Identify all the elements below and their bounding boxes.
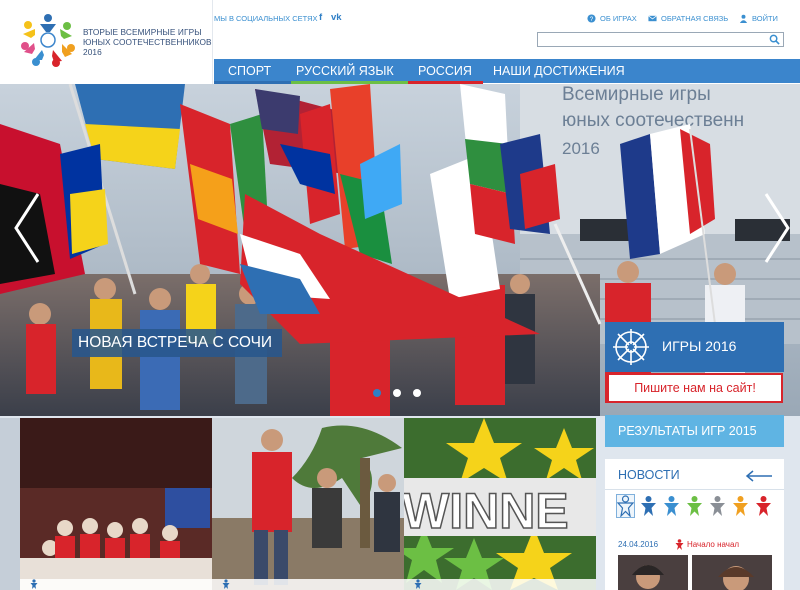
social-label: Мы в социальных сетях (214, 14, 318, 23)
news-category-1-icon[interactable] (616, 494, 635, 518)
main-nav: Спорт Русский язык Россия Наши достижени… (214, 59, 800, 84)
search-icon[interactable] (769, 34, 780, 45)
question-icon: ? (587, 14, 596, 23)
figure-icon (414, 579, 422, 589)
nav-item-russian[interactable]: Русский язык (296, 59, 394, 83)
nav-item-sport[interactable]: Спорт (228, 59, 271, 83)
slider-dot-1[interactable] (373, 389, 381, 397)
news-category-7-icon[interactable] (755, 495, 772, 517)
news-category-6-icon[interactable] (732, 495, 749, 517)
logo-line-2: юных соотечественников (83, 37, 212, 47)
about-games-label: Об играх (600, 14, 637, 23)
logo[interactable]: Вторые Всемирные игры юных соотечественн… (0, 0, 213, 84)
logo-icon (21, 14, 75, 67)
news-thumbnail[interactable] (618, 555, 772, 590)
tile-concert[interactable] (20, 418, 212, 590)
login-label: Войти (752, 14, 778, 23)
svg-text:?: ? (590, 16, 594, 23)
backdrop-line-3: 2016 (562, 139, 600, 158)
tile-concert-bar (20, 579, 212, 590)
page: Вторые Всемирные игры юных соотечественн… (0, 0, 800, 590)
write-us-button[interactable]: Пишите нам на сайт! (607, 373, 783, 403)
about-games-link[interactable]: ? Об играх (587, 14, 637, 23)
tile-concert-image (20, 418, 212, 590)
figure-icon (675, 539, 684, 550)
games-2016-label: Игры 2016 (662, 338, 737, 354)
vk-icon[interactable]: vk (331, 12, 342, 23)
news-category-4-icon[interactable] (686, 495, 703, 517)
news-category-3-icon[interactable] (663, 495, 680, 517)
figure-icon (30, 579, 38, 589)
tile-planting[interactable] (212, 418, 404, 590)
news-date: 24.04.2016 (618, 540, 659, 549)
slider-dots (373, 389, 421, 397)
results-2015-button[interactable]: Результаты игр 2015 (605, 415, 784, 447)
news-category-5-icon[interactable] (709, 495, 726, 517)
left-edge-strip (0, 418, 20, 590)
news-category-filter (616, 494, 772, 518)
backdrop-line-2: юных соотечественн (562, 110, 744, 131)
nav-item-russia[interactable]: Россия (418, 59, 472, 83)
tile-planting-bar (212, 579, 404, 590)
mail-icon (648, 15, 657, 22)
slider-dot-2[interactable] (393, 389, 401, 397)
news-widget: Новости 24.04.2016 Начало начал (605, 459, 784, 590)
feedback-link[interactable]: Обратная связь (648, 14, 728, 23)
tile-winner[interactable]: WINNE (404, 418, 596, 590)
hero-caption[interactable]: Новая встреча с Сочи (72, 329, 283, 357)
login-link[interactable]: Войти (739, 14, 778, 23)
facebook-icon[interactable]: f (319, 12, 322, 23)
feedback-label: Обратная связь (661, 14, 729, 23)
news-tag-label: Начало начал (687, 540, 740, 549)
tile-planting-image (212, 418, 404, 590)
search-input[interactable] (540, 33, 768, 46)
logo-line-1: Вторые Всемирные игры (83, 27, 202, 37)
tile-winner-text: WINNE (404, 483, 569, 539)
wheel-emblem-icon (613, 329, 649, 365)
user-icon (739, 14, 748, 23)
tile-winner-bar (404, 579, 596, 590)
logo-line-3: 2016 (83, 47, 102, 57)
backdrop-line-1: Всемирные игры (562, 84, 711, 105)
search-box (537, 32, 784, 47)
news-title: Новости (618, 468, 680, 482)
figure-icon (222, 579, 230, 589)
games-2016-button[interactable]: Игры 2016 (605, 322, 784, 372)
logo-text: Вторые Всемирные игры юных соотечественн… (83, 27, 212, 57)
arrow-left-icon[interactable] (745, 470, 773, 482)
chevron-left-icon[interactable] (14, 192, 40, 264)
chevron-right-icon[interactable] (764, 192, 790, 264)
news-divider (605, 489, 784, 490)
news-tag[interactable]: Начало начал (675, 539, 739, 550)
news-category-2-icon[interactable] (640, 495, 657, 517)
nav-item-achievements[interactable]: Наши достижения (493, 59, 625, 83)
tile-winner-image: WINNE (404, 418, 596, 590)
slider-dot-3[interactable] (413, 389, 421, 397)
